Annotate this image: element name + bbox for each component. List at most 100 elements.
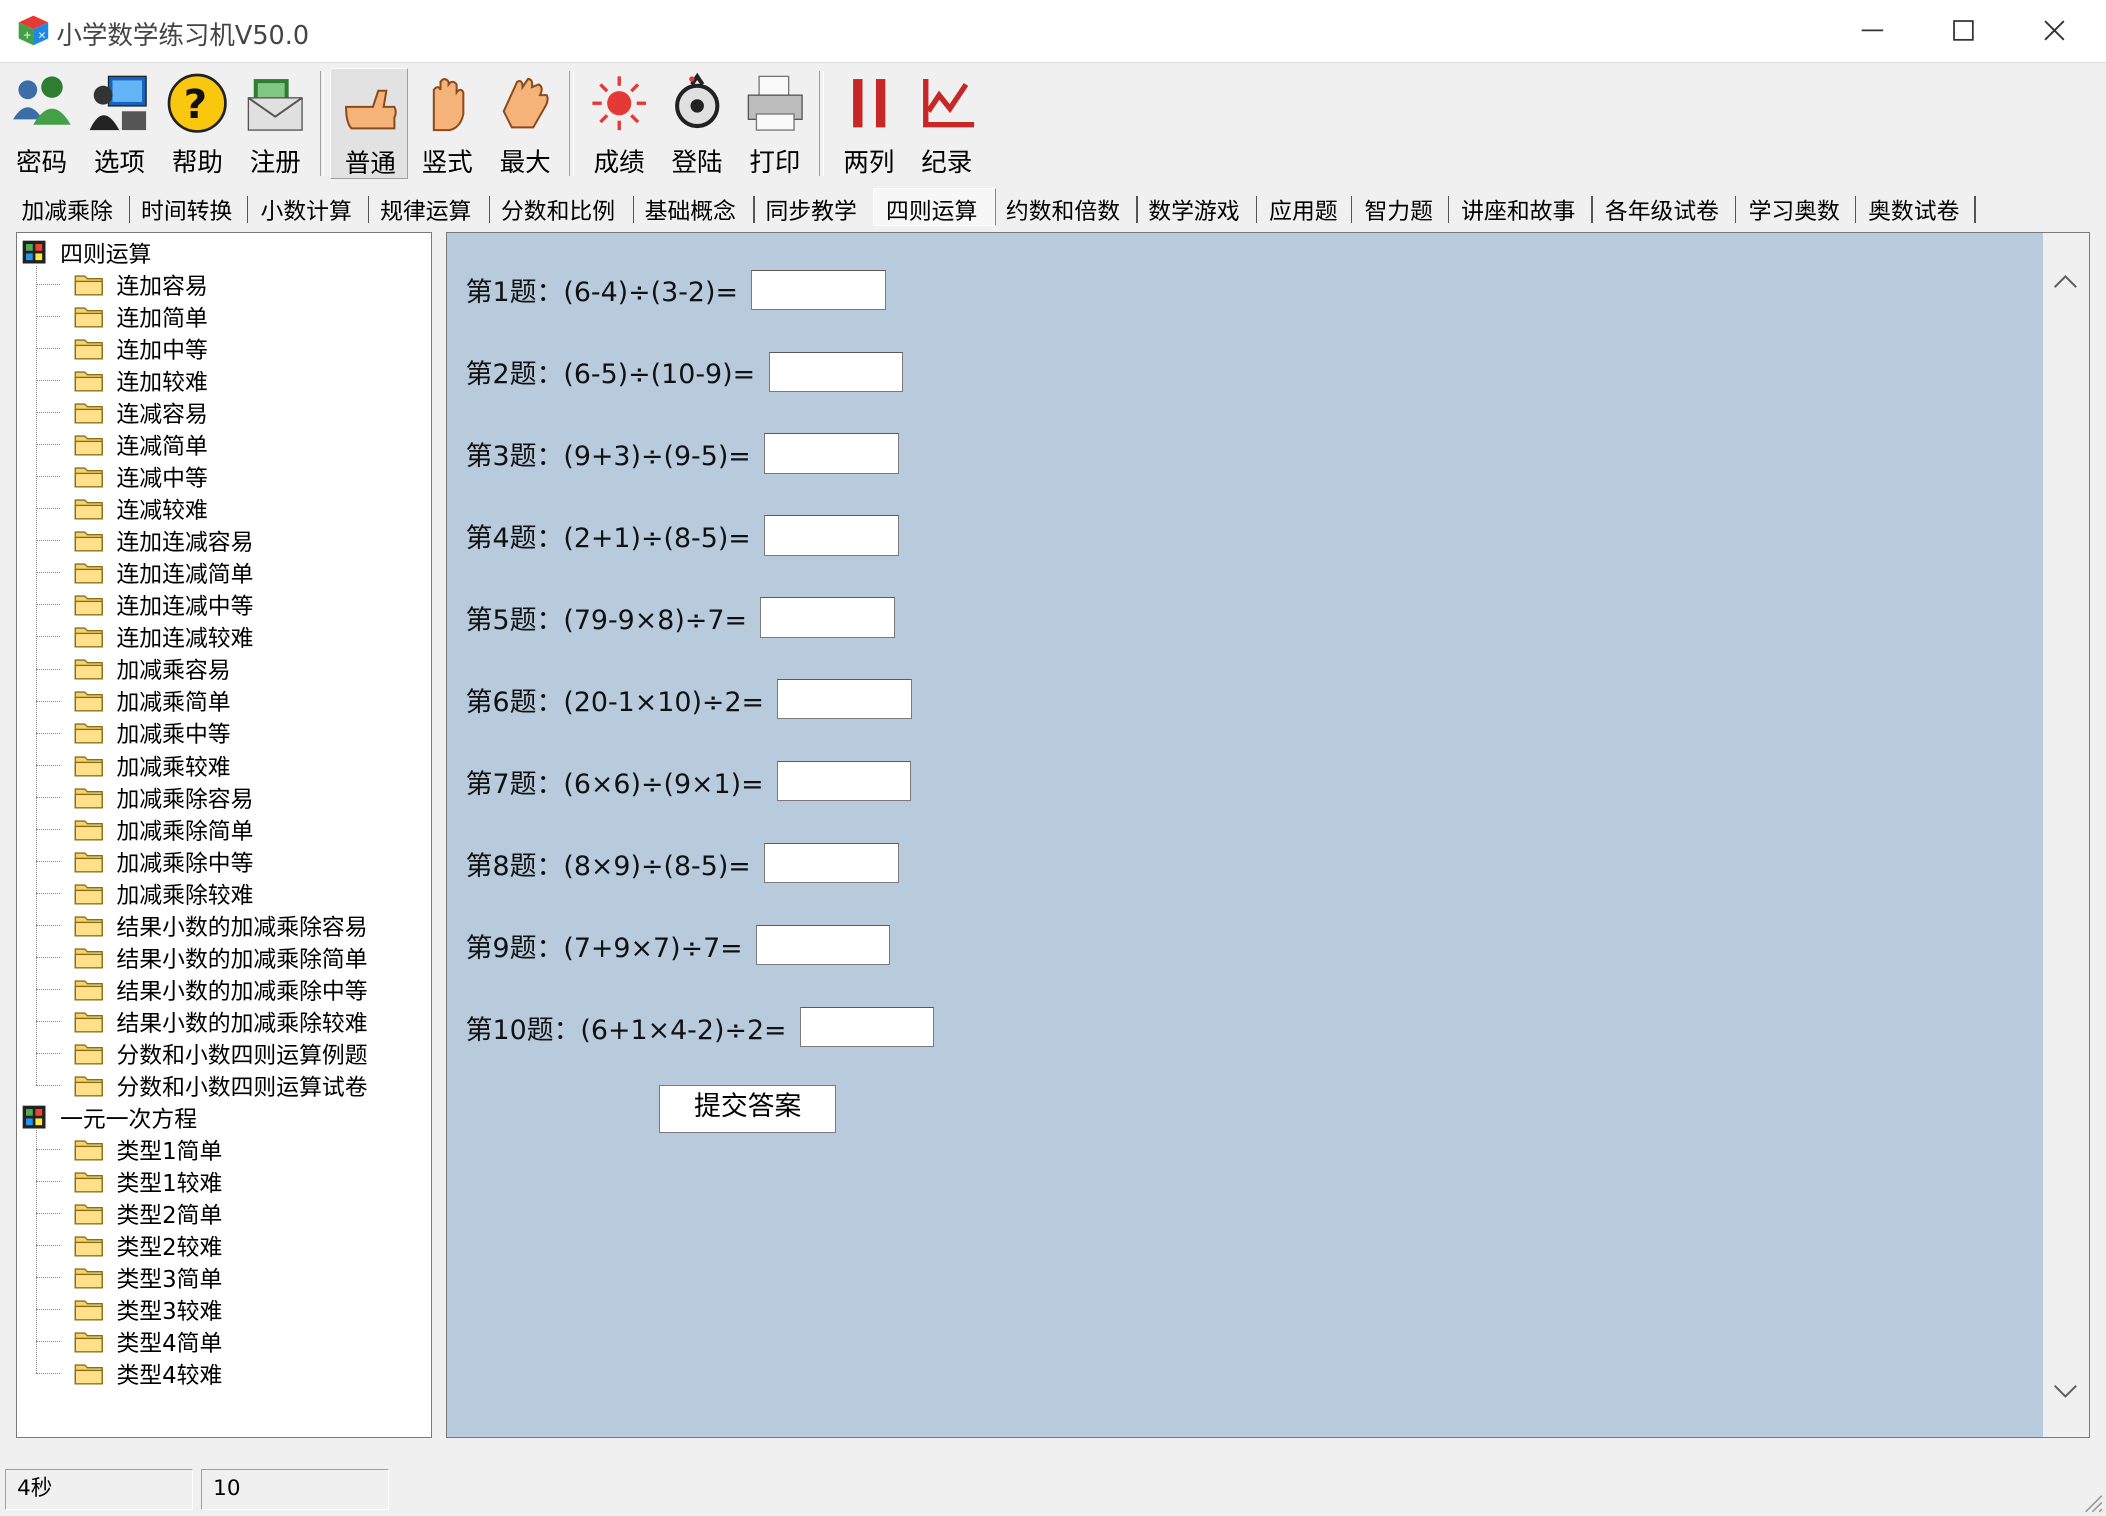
tree-item-label: 连加中等 — [116, 338, 208, 365]
login-button[interactable]: 登陆 — [658, 68, 736, 178]
help-button[interactable]: ? 帮助 — [158, 68, 236, 178]
tab-grade-papers[interactable]: 各年级试卷 — [1605, 193, 1719, 225]
svg-text:×: × — [38, 29, 47, 42]
maximize-button[interactable] — [1918, 0, 2009, 62]
hand-open-icon — [502, 78, 549, 129]
record-button[interactable]: 纪录 — [908, 68, 986, 178]
tree-item-label: 加减乘简单 — [116, 690, 231, 717]
folder-icon — [74, 467, 103, 488]
tab-four-operations[interactable]: 四则运算 — [872, 188, 997, 226]
vertical-scrollbar[interactable] — [2043, 233, 2089, 1437]
tree-connector — [35, 1245, 61, 1246]
tab-sync-teaching[interactable]: 同步教学 — [766, 193, 857, 225]
answer-input[interactable] — [760, 597, 895, 638]
folder-icon — [74, 1044, 103, 1065]
folder-icon — [74, 1236, 103, 1257]
tab-divisors-multiples[interactable]: 约数和倍数 — [1006, 193, 1120, 225]
folder-icon — [74, 948, 103, 969]
tab-math-games[interactable]: 数学游戏 — [1148, 193, 1239, 225]
tree-connector — [35, 284, 61, 285]
question-count-status: 10 — [201, 1469, 390, 1510]
question-row: 第8题：(8×9)÷(8-5)= — [466, 842, 899, 885]
answer-input[interactable] — [768, 351, 903, 392]
answer-input[interactable] — [751, 269, 886, 310]
tree-item-label: 连加较难 — [116, 370, 208, 397]
tree-connector — [35, 1052, 61, 1054]
tab-fraction-ratio[interactable]: 分数和比例 — [501, 193, 615, 225]
users-icon — [13, 76, 72, 125]
answer-input[interactable] — [764, 843, 899, 884]
topic-tree[interactable]: 四则运算 连加容易 连加简单 连加中等 连加较难 连减容易 连减简单 连减中等 连减较难 连加连减… — [16, 232, 433, 1439]
tree-connector — [35, 636, 61, 638]
folder-icon — [74, 1076, 103, 1097]
tree-connector — [35, 700, 61, 702]
svg-text:?: ? — [184, 82, 207, 128]
tree-item-label: 加减乘除简单 — [116, 818, 254, 845]
tab-time-conversion[interactable]: 时间转换 — [141, 193, 232, 225]
tab-puzzles[interactable]: 智力题 — [1364, 193, 1432, 225]
answer-input[interactable] — [764, 515, 899, 556]
folder-icon — [74, 435, 103, 456]
tree-connector — [35, 1148, 61, 1150]
answer-input[interactable] — [756, 924, 891, 966]
normal-mode-button[interactable]: 普通 — [330, 68, 409, 179]
login-label: 登陆 — [671, 148, 723, 179]
hand-raise-icon — [432, 78, 465, 132]
question-row: 第9题：(7+9×7)÷7= — [466, 924, 891, 967]
scroll-up-icon[interactable] — [2052, 271, 2079, 290]
two-columns-button[interactable]: 两列 — [830, 68, 908, 178]
login-icon — [674, 72, 720, 129]
minimize-button[interactable] — [1826, 0, 1917, 62]
two-columns-icon — [852, 79, 886, 128]
close-button[interactable] — [2009, 0, 2100, 62]
options-button[interactable]: 选项 — [81, 68, 159, 178]
tree-item-label: 加减乘除中等 — [116, 850, 254, 877]
minimize-icon — [1861, 30, 1883, 32]
folder-icon — [74, 627, 103, 648]
password-button[interactable]: 密码 — [3, 68, 81, 178]
vertical-mode-button[interactable]: 竖式 — [408, 68, 486, 178]
tree-connector — [35, 796, 61, 798]
question-text: 第6题：(20-1×10)÷2= — [465, 686, 765, 718]
max-mode-button[interactable]: 最大 — [486, 68, 564, 178]
record-label: 纪录 — [921, 148, 973, 179]
tree-item-label: 分数和小数四则运算试卷 — [116, 1074, 368, 1101]
tab-separator — [1136, 196, 1138, 223]
register-label: 注册 — [249, 148, 301, 179]
tab-decimal-calc[interactable]: 小数计算 — [261, 193, 352, 225]
resize-grip-icon[interactable] — [2079, 1489, 2103, 1513]
register-mail-icon — [247, 79, 303, 131]
tab-separator — [1351, 196, 1353, 223]
answer-input[interactable] — [777, 761, 912, 802]
tab-word-problems[interactable]: 应用题 — [1269, 193, 1337, 225]
tab-olympiad-papers[interactable]: 奥数试卷 — [1868, 193, 1959, 225]
folder-icon — [74, 563, 103, 584]
folder-icon — [74, 980, 103, 1001]
answer-input[interactable] — [777, 679, 912, 720]
tree-item-label: 连减中等 — [116, 466, 208, 493]
tab-learn-olympiad[interactable]: 学习奥数 — [1749, 193, 1840, 225]
question-row: 第6题：(20-1×10)÷2= — [466, 678, 912, 721]
scroll-down-icon[interactable] — [2052, 1383, 2079, 1402]
app-window: + × 小学数学练习机V50.0 密码 选项 ? 帮助 注册 普通 竖式 最大 … — [0, 0, 2106, 1516]
answer-input[interactable] — [764, 433, 899, 474]
tab-lectures-stories[interactable]: 讲座和故事 — [1461, 193, 1575, 225]
submit-answers-button[interactable]: 提交答案 — [659, 1084, 837, 1134]
answer-input[interactable] — [799, 1006, 935, 1048]
folder-icon — [74, 403, 103, 424]
tab-basic-concepts[interactable]: 基础概念 — [645, 193, 736, 225]
register-button[interactable]: 注册 — [236, 68, 314, 178]
help-icon: ? — [167, 73, 227, 133]
tree-connector — [35, 444, 61, 446]
window-title: 小学数学练习机V50.0 — [56, 20, 310, 51]
print-button[interactable]: 打印 — [736, 68, 814, 178]
tab-add-sub-mul-div[interactable]: 加减乘除 — [21, 193, 112, 225]
help-label: 帮助 — [171, 148, 223, 179]
score-button[interactable]: 成绩 — [580, 68, 658, 178]
question-row: 第1题：(6-4)÷(3-2)= — [466, 268, 886, 311]
tree-item-label: 连加连减中等 — [116, 594, 254, 621]
tab-pattern-ops[interactable]: 规律运算 — [380, 193, 471, 225]
tree-item-label: 连减简单 — [116, 434, 208, 461]
tree-root-label: 四则运算 — [60, 242, 152, 268]
close-icon — [2044, 20, 2065, 41]
